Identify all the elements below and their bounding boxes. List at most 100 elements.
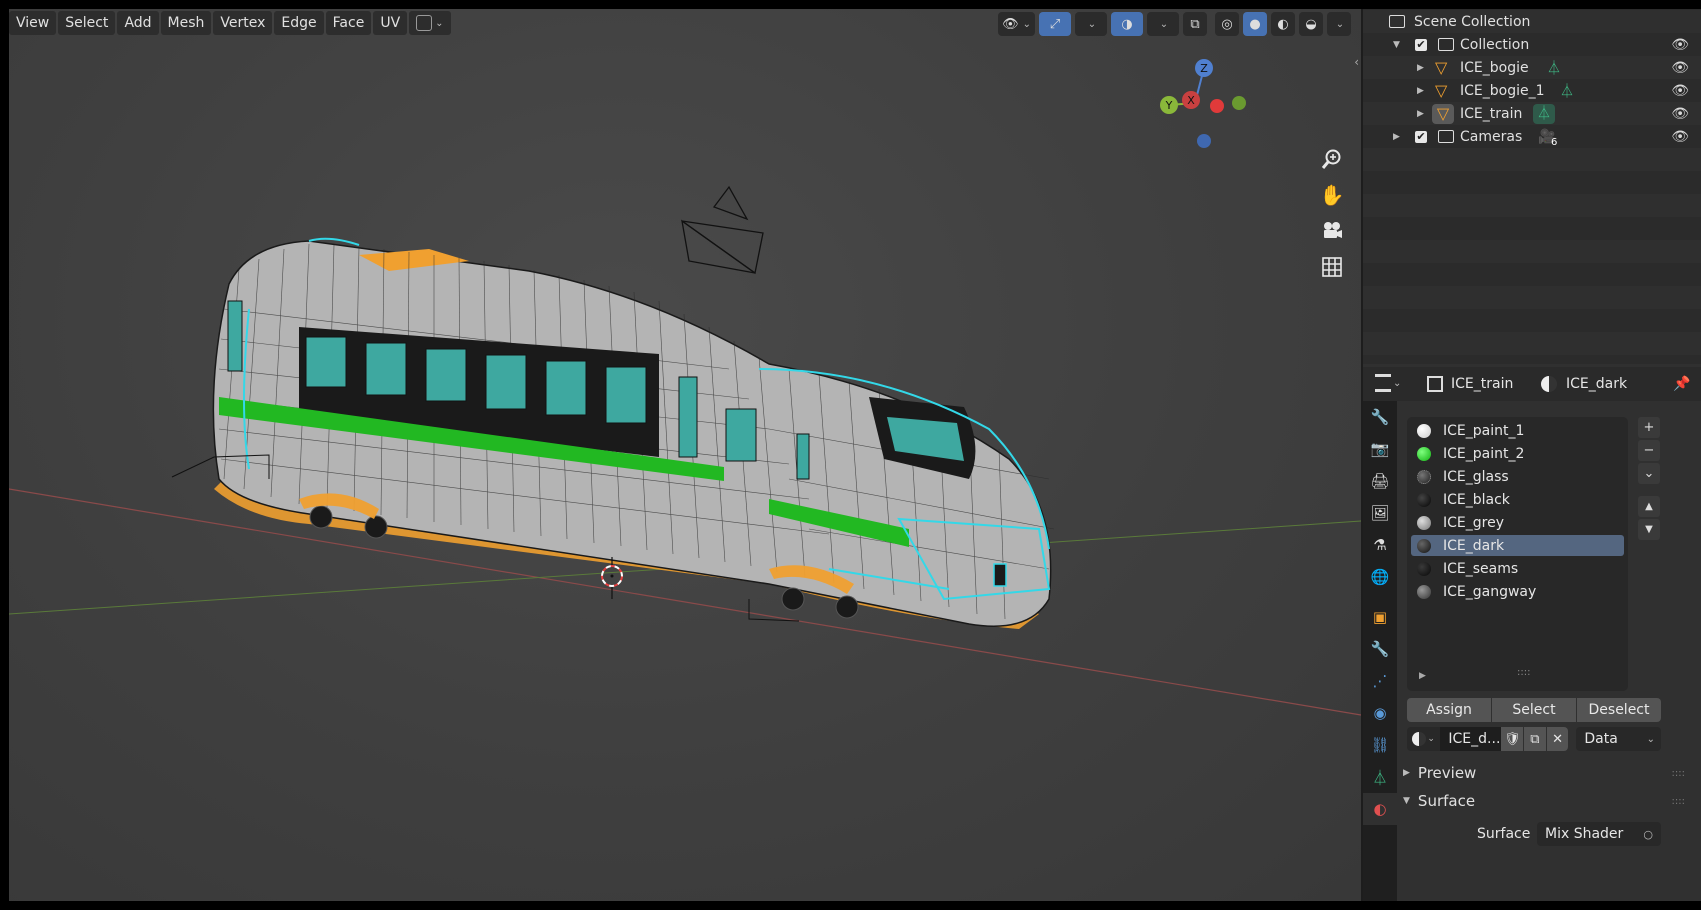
shading-rendered[interactable]: ◒ [1299, 12, 1323, 36]
outliner[interactable]: Scene Collection ▼ ✔ Collection 👁 ▶ ▽ IC… [1363, 9, 1701, 364]
show-overlays-toggle[interactable]: ◑ [1111, 12, 1143, 36]
object-label: ICE_bogie [1460, 59, 1529, 76]
fake-user-button[interactable]: 🛡 [1501, 727, 1524, 751]
material-name-field[interactable]: ICE_d... [1440, 727, 1502, 751]
outliner-row-ice-bogie[interactable]: ▶ ▽ ICE_bogie ⏃ 👁 [1363, 56, 1701, 79]
tab-data[interactable]: ⏃ [1363, 761, 1397, 793]
outliner-row-cameras[interactable]: ▶ ✔ Cameras 🎥 6 👁 [1363, 125, 1701, 149]
menu-mesh[interactable]: Mesh [160, 11, 212, 35]
duplicate-material-button[interactable]: ⧉ [1524, 727, 1546, 751]
filter-expand-icon[interactable]: ▶ [1419, 671, 1426, 681]
material-slot-selected[interactable]: ICE_dark [1411, 535, 1624, 556]
material-slot-list[interactable]: ICE_paint_1 ICE_paint_2 ICE_glass ICE_bl… [1407, 417, 1628, 691]
menu-uv[interactable]: UV [373, 11, 408, 35]
camera-view-icon[interactable] [1317, 217, 1347, 245]
pan-hand-icon[interactable]: ✋ [1317, 181, 1347, 209]
outliner-row-ice-bogie-1[interactable]: ▶ ▽ ICE_bogie_1 ⏃ 👁 [1363, 79, 1701, 102]
material-slot[interactable]: ICE_seams [1411, 558, 1624, 579]
shading-solid[interactable]: ● [1243, 12, 1267, 36]
tab-modifiers[interactable]: 🔧 [1363, 633, 1397, 665]
navigation-gizmo[interactable]: Z Y X [1159, 53, 1249, 153]
material-slot[interactable]: ICE_gangway [1411, 581, 1624, 602]
chevron-right-icon[interactable]: ▶ [1417, 63, 1424, 73]
surface-panel-header[interactable]: ▼ Surface :::: [1403, 788, 1693, 814]
collection-icon [1438, 130, 1454, 143]
add-slot-button[interactable]: + [1638, 417, 1660, 438]
deselect-button[interactable]: Deselect [1577, 698, 1661, 722]
unlink-material-button[interactable]: ✕ [1546, 727, 1569, 751]
exclude-checkbox[interactable]: ✔ [1415, 130, 1427, 143]
outliner-row-ice-train[interactable]: ▶ ▽ ICE_train ⏃ 👁 [1363, 102, 1701, 125]
tab-render[interactable]: 📷 [1363, 433, 1397, 465]
outliner-scene-collection[interactable]: Scene Collection [1363, 10, 1701, 33]
move-slot-down-button[interactable]: ▼ [1638, 519, 1660, 540]
material-slot[interactable]: ICE_glass [1411, 466, 1624, 487]
material-slot[interactable]: ICE_grey [1411, 512, 1624, 533]
mesh-data-icon[interactable]: ⏃ [1560, 81, 1574, 101]
proportional-editing-dropdown[interactable]: ⌄ [409, 11, 451, 35]
chevron-right-icon[interactable]: ▶ [1393, 132, 1400, 142]
material-slot[interactable]: ICE_paint_1 [1411, 420, 1624, 441]
tab-view-layer[interactable]: 🖼 [1363, 497, 1397, 529]
material-preview-icon [1417, 492, 1431, 507]
link-dropdown[interactable]: Data ⌄ [1576, 727, 1661, 751]
shading-wireframe[interactable]: ◎ [1215, 12, 1239, 36]
browse-material-dropdown[interactable]: ⌄ [1407, 727, 1441, 751]
eye-icon[interactable]: 👁 [1671, 129, 1689, 145]
menu-edge[interactable]: Edge [274, 11, 324, 35]
remove-slot-button[interactable]: − [1638, 440, 1660, 461]
slot-specials-button[interactable]: ⌄ [1638, 463, 1660, 484]
gizmo-z-label: Z [1200, 62, 1208, 75]
pin-icon[interactable]: 📌 [1673, 376, 1690, 392]
menu-add[interactable]: Add [117, 11, 159, 35]
zoom-icon[interactable] [1317, 145, 1347, 173]
chevron-down-icon: ⌄ [1087, 18, 1097, 30]
visibility-dropdown[interactable]: 👁 ⌄ [998, 12, 1035, 36]
editor-type-dropdown[interactable]: ⌄ [1375, 374, 1401, 392]
drag-grip-icon[interactable]: :::: [1672, 796, 1685, 807]
assign-button[interactable]: Assign [1407, 698, 1491, 722]
show-gizmo-toggle[interactable]: ⤢ [1039, 12, 1071, 36]
tab-constraints[interactable]: ⛓ [1363, 729, 1397, 761]
tab-physics[interactable]: ◉ [1363, 697, 1397, 729]
eye-icon[interactable]: 👁 [1671, 106, 1689, 122]
grid-ortho-icon[interactable] [1317, 253, 1347, 281]
menu-vertex[interactable]: Vertex [213, 11, 273, 35]
drag-grip-icon[interactable]: :::: [1672, 768, 1685, 779]
select-button[interactable]: Select [1492, 698, 1576, 722]
chevron-right-icon[interactable]: ▶ [1417, 109, 1424, 119]
move-slot-up-button[interactable]: ▲ [1638, 496, 1660, 517]
material-slot[interactable]: ICE_black [1411, 489, 1624, 510]
overlays-dropdown[interactable]: ⌄ [1147, 12, 1179, 36]
eye-icon[interactable]: 👁 [1671, 60, 1689, 76]
tab-particles[interactable]: ⋰ [1363, 665, 1397, 697]
tab-object[interactable]: ▣ [1363, 601, 1397, 633]
mesh-data-icon[interactable]: ⏃ [1533, 103, 1555, 124]
eye-icon[interactable]: 👁 [1671, 83, 1689, 99]
outliner-row-collection[interactable]: ▼ ✔ Collection 👁 [1363, 33, 1701, 56]
tab-output[interactable]: 🖨 [1363, 465, 1397, 497]
menu-view[interactable]: View [9, 11, 57, 35]
exclude-checkbox[interactable]: ✔ [1415, 38, 1427, 51]
tab-tool[interactable]: 🔧 [1363, 401, 1397, 433]
gizmo-dropdown[interactable]: ⌄ [1075, 12, 1107, 36]
material-preview-icon [1417, 515, 1431, 530]
preview-panel-header[interactable]: ▶ Preview :::: [1403, 760, 1693, 786]
chevron-left-icon[interactable]: ‹ [1354, 55, 1359, 69]
xray-toggle[interactable]: ⧉ [1183, 12, 1207, 36]
menu-select[interactable]: Select [58, 11, 116, 35]
tab-material[interactable]: ◐ [1363, 793, 1397, 825]
menu-face[interactable]: Face [325, 11, 372, 35]
mesh-data-icon[interactable]: ⏃ [1547, 58, 1561, 78]
shading-dropdown[interactable]: ⌄ [1327, 12, 1351, 36]
3d-viewport[interactable]: View Select Add Mesh Vertex Edge Face UV… [9, 9, 1361, 901]
chevron-right-icon[interactable]: ▶ [1417, 86, 1424, 96]
eye-icon[interactable]: 👁 [1671, 37, 1689, 53]
surface-shader-dropdown[interactable]: Mix Shader ○ [1537, 822, 1661, 846]
tab-world[interactable]: 🌐 [1363, 561, 1397, 593]
chevron-down-icon[interactable]: ▼ [1393, 40, 1400, 50]
tab-scene[interactable]: ⚗ [1363, 529, 1397, 561]
shading-material[interactable]: ◐ [1271, 12, 1295, 36]
material-slot[interactable]: ICE_paint_2 [1411, 443, 1624, 464]
resize-grip-icon[interactable]: :::: [1517, 667, 1530, 678]
